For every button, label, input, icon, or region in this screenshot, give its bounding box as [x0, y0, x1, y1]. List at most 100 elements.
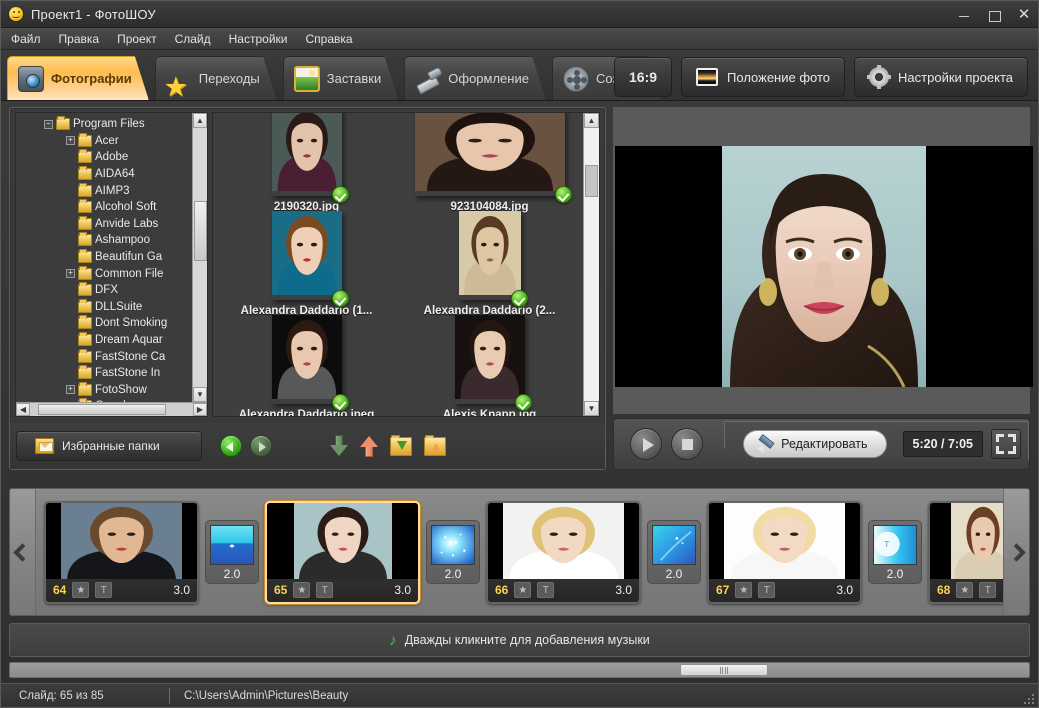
- slide-duration[interactable]: 3.0: [173, 583, 190, 597]
- timeline-track[interactable]: 64★T3.0 2.0 65★T3.0 2.0 66★T3.0 2.0: [36, 489, 1003, 615]
- thumbnail-image[interactable]: [455, 315, 525, 404]
- timeline-transition[interactable]: T2.0: [868, 520, 922, 584]
- play-icon[interactable]: [630, 428, 662, 460]
- checkmark-icon[interactable]: [332, 394, 349, 411]
- tree-item[interactable]: AIDA64: [16, 166, 207, 183]
- tab-intros[interactable]: Заставки: [283, 56, 398, 100]
- menu-item-slide[interactable]: Слайд: [175, 32, 211, 46]
- folder-import-icon[interactable]: [390, 437, 412, 456]
- project-settings-button[interactable]: Настройки проекта: [854, 57, 1028, 97]
- menu-item-file[interactable]: Файл: [11, 32, 41, 46]
- timeline-transition[interactable]: 2.0: [205, 520, 259, 584]
- arrow-up-icon[interactable]: [360, 435, 378, 457]
- scroll-right-icon[interactable]: ▶: [193, 403, 207, 416]
- timeline-prev-button[interactable]: [10, 489, 36, 615]
- slide-effect-star-icon[interactable]: ★: [72, 582, 89, 598]
- timeline-slide[interactable]: 66★T3.0: [486, 501, 641, 604]
- arrow-down-icon[interactable]: [330, 435, 348, 457]
- thumbnail-image[interactable]: [272, 315, 342, 404]
- music-track-bar[interactable]: ♪ Дважды кликните для добавления музыки: [9, 623, 1030, 657]
- tab-transitions[interactable]: Переходы: [155, 56, 277, 100]
- transition-duration[interactable]: 2.0: [652, 565, 696, 583]
- close-button[interactable]: ✕: [1016, 7, 1032, 23]
- scroll-down-icon[interactable]: ▼: [193, 387, 207, 402]
- thumbs-vertical-scrollbar[interactable]: ▲ ▼: [583, 113, 599, 416]
- thumbnail-item[interactable]: 923104084.jpg: [400, 112, 579, 207]
- back-arrow-icon[interactable]: [220, 435, 242, 457]
- edit-button[interactable]: Редактировать: [743, 430, 886, 458]
- checkmark-icon[interactable]: [515, 394, 532, 411]
- tree-item[interactable]: DFX: [16, 282, 207, 299]
- tree-item[interactable]: +Acer: [16, 133, 207, 150]
- tree-item[interactable]: Adobe: [16, 149, 207, 166]
- tree-item[interactable]: DLLSuite: [16, 299, 207, 316]
- slide-duration[interactable]: 3.0: [394, 583, 411, 597]
- tree-hscroll-thumb[interactable]: [38, 404, 166, 415]
- thumbnail-image[interactable]: [459, 211, 521, 300]
- slide-text-icon[interactable]: T: [316, 582, 333, 598]
- thumbs-scroll-thumb[interactable]: [585, 165, 598, 197]
- timeline-slide[interactable]: 67★T3.0: [707, 501, 862, 604]
- timeline-horizontal-scrollbar[interactable]: [9, 662, 1030, 678]
- transition-duration[interactable]: 2.0: [873, 565, 917, 583]
- tab-design[interactable]: Оформление: [404, 56, 546, 100]
- tree-item[interactable]: +Common File: [16, 265, 207, 282]
- slide-effect-star-icon[interactable]: ★: [735, 582, 752, 598]
- timeline-scroll-thumb[interactable]: [680, 664, 768, 676]
- tree-item[interactable]: Dream Aquar: [16, 332, 207, 349]
- checkmark-icon[interactable]: [332, 186, 349, 203]
- thumbnail-item[interactable]: Alexis Knapp.jpg: [400, 315, 579, 415]
- tree-item[interactable]: −Program Files: [16, 116, 207, 133]
- tree-vertical-scrollbar[interactable]: ▲ ▼: [192, 113, 207, 402]
- thumbs-scroll-up-icon[interactable]: ▲: [584, 113, 599, 128]
- tree-item[interactable]: FastStone Ca: [16, 348, 207, 365]
- checkmark-icon[interactable]: [332, 290, 349, 307]
- tree-expander-icon[interactable]: +: [66, 269, 75, 278]
- timeline-slide[interactable]: 65★T3.0: [265, 501, 420, 604]
- slide-text-icon[interactable]: T: [758, 582, 775, 598]
- tree-scroll-thumb[interactable]: [194, 201, 207, 261]
- transition-duration[interactable]: 2.0: [210, 565, 254, 583]
- minimize-button[interactable]: [956, 7, 972, 23]
- preview-stage[interactable]: [613, 107, 1030, 414]
- folder-export-icon[interactable]: [424, 437, 446, 456]
- timeline-transition[interactable]: 2.0: [647, 520, 701, 584]
- tree-item[interactable]: Alcohol Soft: [16, 199, 207, 216]
- thumbnail-item[interactable]: Alexandra Daddario (2...: [400, 211, 579, 311]
- slide-duration[interactable]: 3.0: [615, 583, 632, 597]
- timeline-transition[interactable]: 2.0: [426, 520, 480, 584]
- transition-duration[interactable]: 2.0: [431, 565, 475, 583]
- checkmark-icon[interactable]: [511, 290, 528, 307]
- scroll-up-icon[interactable]: ▲: [193, 113, 207, 128]
- tree-item[interactable]: +FotoShow: [16, 382, 207, 399]
- tree-item[interactable]: AIMP3: [16, 182, 207, 199]
- thumbs-scroll-down-icon[interactable]: ▼: [584, 401, 599, 416]
- timeline-slide[interactable]: 64★T3.0: [44, 501, 199, 604]
- tree-item[interactable]: Ashampoo: [16, 232, 207, 249]
- checkmark-icon[interactable]: [555, 186, 572, 203]
- fullscreen-icon[interactable]: [991, 429, 1021, 459]
- tree-item[interactable]: Google: [16, 398, 207, 402]
- tree-expander-icon[interactable]: −: [44, 120, 53, 129]
- tree-hscroll-track[interactable]: [30, 403, 193, 416]
- thumbnail-image[interactable]: [415, 112, 565, 196]
- photo-position-button[interactable]: Положение фото: [681, 57, 845, 97]
- thumbnail-item[interactable]: Alexandra Daddario.jpeg: [217, 315, 396, 415]
- menu-item-project[interactable]: Проект: [117, 32, 157, 46]
- tab-photos[interactable]: Фотографии: [7, 56, 149, 100]
- aspect-ratio-button[interactable]: 16:9: [614, 57, 672, 97]
- slide-text-icon[interactable]: T: [95, 582, 112, 598]
- timeline-slide[interactable]: 68★T: [928, 501, 1003, 604]
- slide-text-icon[interactable]: T: [979, 582, 996, 598]
- tree-item[interactable]: Beautifun Ga: [16, 249, 207, 266]
- scroll-left-icon[interactable]: ◀: [16, 403, 30, 416]
- timeline-next-button[interactable]: [1003, 489, 1029, 615]
- menu-item-help[interactable]: Справка: [305, 32, 352, 46]
- tree-horizontal-scrollbar[interactable]: ◀ ▶: [16, 402, 207, 416]
- tree-item[interactable]: Dont Smoking: [16, 315, 207, 332]
- slide-effect-star-icon[interactable]: ★: [293, 582, 310, 598]
- menu-item-settings[interactable]: Настройки: [229, 32, 288, 46]
- resize-grip[interactable]: [1024, 694, 1034, 704]
- slide-duration[interactable]: 3.0: [836, 583, 853, 597]
- tree-item[interactable]: Anvide Labs: [16, 216, 207, 233]
